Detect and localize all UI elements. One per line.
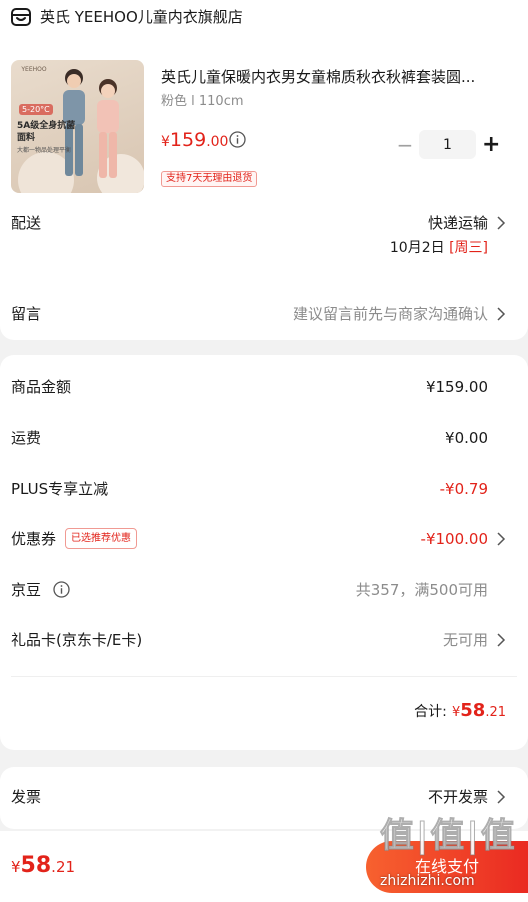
chevron-right-icon[interactable] <box>496 307 506 321</box>
feature-headline: 5A级全身抗菌面料 <box>17 121 76 143</box>
temperature-tag: 5-20°C <box>19 104 53 115</box>
shop-header[interactable]: 英氏 YEEHOO儿童内衣旗舰店 <box>0 0 528 34</box>
total-amount: ¥58.21 <box>451 700 506 721</box>
delivery-date-value: 10月2日 <box>389 240 445 256</box>
checkout-decimal: .21 <box>51 858 76 876</box>
delivery-weekday: [周三] <box>449 240 488 256</box>
pay-online-button[interactable]: 在线支付 <box>366 841 528 893</box>
chevron-right-icon[interactable] <box>496 790 506 804</box>
total-currency: ¥ <box>451 705 461 720</box>
feature-subline: 大都一物品处理平衡 <box>17 147 72 154</box>
shipping-label: 运费 <box>11 429 42 447</box>
price-summary-card <box>0 355 528 750</box>
chevron-right-icon[interactable] <box>496 532 506 546</box>
checkout-bar: ¥58.21 在线支付 <box>0 831 528 902</box>
delivery-method[interactable]: 快递运输 <box>428 212 488 234</box>
divider <box>11 676 517 677</box>
gift-card-value[interactable]: 无可用 <box>443 629 488 651</box>
brand-logo: YEEHOO <box>21 66 47 73</box>
message-label: 留言 <box>11 305 42 323</box>
invoice-value[interactable]: 不开发票 <box>428 786 488 808</box>
price-info-icon[interactable] <box>229 131 246 148</box>
total-label: 合计: <box>414 704 447 720</box>
total-decimal: .21 <box>485 705 506 720</box>
total-integer: 58 <box>460 700 486 721</box>
product-spec: 粉色 l 110cm <box>161 94 244 109</box>
info-icon[interactable] <box>53 581 70 598</box>
chevron-right-icon[interactable] <box>496 633 506 647</box>
shop-name[interactable]: 英氏 YEEHOO儿童内衣旗舰店 <box>40 6 243 28</box>
delivery-label: 配送 <box>11 214 42 232</box>
quantity-decrease-button[interactable]: − <box>396 135 414 155</box>
product-image[interactable]: YEEHOO 5-20°C 5A级全身抗菌面料 大都一物品处理平衡 <box>11 60 144 193</box>
returns-badge: 支持7天无理由退货 <box>161 171 258 187</box>
coupon-badge: 已选推荐优惠 <box>65 528 137 549</box>
chevron-right-icon[interactable] <box>496 216 506 230</box>
order-card: 英氏 YEEHOO儿童内衣旗舰店 YEEHOO 5-20°C 5A级全身抗菌面料… <box>0 0 528 340</box>
jd-beans-value: 共357，满500可用 <box>355 581 488 599</box>
price-integer: 159 <box>169 129 207 151</box>
product-title[interactable]: 英氏儿童保暖内衣男女童棉质秋衣秋裤套装圆... <box>161 66 506 88</box>
checkout-integer: 58 <box>20 853 52 878</box>
shipping-value: ¥0.00 <box>445 429 488 447</box>
store-icon <box>11 8 31 26</box>
plus-discount-value: -¥0.79 <box>439 480 488 498</box>
quantity-input[interactable] <box>419 130 476 159</box>
coupon-value[interactable]: -¥100.00 <box>421 528 488 550</box>
quantity-increase-button[interactable]: + <box>482 134 500 156</box>
delivery-date[interactable]: 10月2日 [周三] <box>390 238 488 258</box>
jd-beans-label: 京豆 <box>11 581 42 599</box>
message-field[interactable]: 建议留言前先与商家沟通确认 <box>293 303 488 325</box>
coupon-label: 优惠券 <box>11 530 57 548</box>
checkout-currency: ¥ <box>11 858 21 876</box>
price-decimal: .00 <box>206 134 229 150</box>
plus-discount-label: PLUS专享立减 <box>11 480 109 498</box>
gift-card-label: 礼品卡(京东卡/E卡) <box>11 631 143 649</box>
goods-amount-label: 商品金额 <box>11 378 72 396</box>
invoice-label: 发票 <box>11 788 42 806</box>
order-total: 合计: ¥58.21 <box>414 698 506 726</box>
product-price: ¥159.00 <box>161 127 228 155</box>
goods-amount-value: ¥159.00 <box>425 378 488 396</box>
checkout-total: ¥58.21 <box>11 851 75 882</box>
price-currency: ¥ <box>161 134 170 150</box>
